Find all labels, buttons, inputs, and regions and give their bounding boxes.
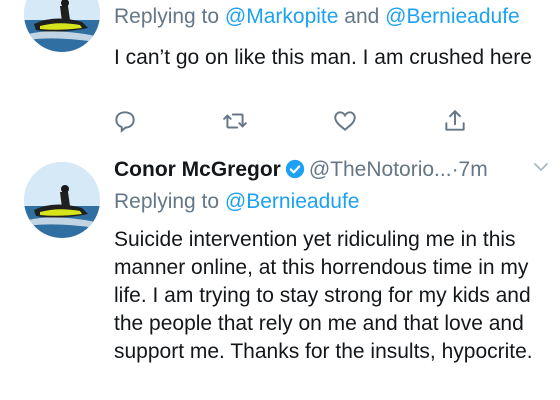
verified-badge-icon [285,159,305,179]
reply-icon[interactable] [112,108,138,134]
mention-link[interactable]: @Bernieadufe [225,190,360,213]
mention-link[interactable]: @Markopite [225,5,339,28]
tweet-header: Conor McGregor @TheNotorio...·7m [114,158,544,182]
tweet-text: Suicide intervention yet ridiculing me i… [114,228,533,363]
mention-link[interactable]: @Bernieadufe [385,5,520,28]
chevron-down-icon[interactable] [532,160,550,174]
avatar[interactable] [24,162,100,238]
tweet-1[interactable]: Replying to @Markopite and @Bernieadufe … [0,0,560,150]
tweet-text: I can’t go on like this man. I am crushe… [114,46,532,69]
replying-to-line: Replying to @Markopite and @Bernieadufe [114,5,520,28]
like-icon[interactable] [332,108,358,134]
tweet-2[interactable]: Conor McGregor @TheNotorio...·7m Replying… [0,150,560,400]
jet-ski-photo [24,162,100,238]
replying-to-line: Replying to @Bernieadufe [114,190,360,213]
tweet-actions [112,108,472,134]
retweet-icon[interactable] [222,108,248,134]
display-name[interactable]: Conor McGregor [114,158,281,181]
jet-ski-photo [24,0,100,52]
timestamp[interactable]: ·7m [452,158,488,181]
user-handle[interactable]: @TheNotorio... [309,158,452,181]
avatar[interactable] [24,0,100,52]
share-icon[interactable] [442,108,468,134]
